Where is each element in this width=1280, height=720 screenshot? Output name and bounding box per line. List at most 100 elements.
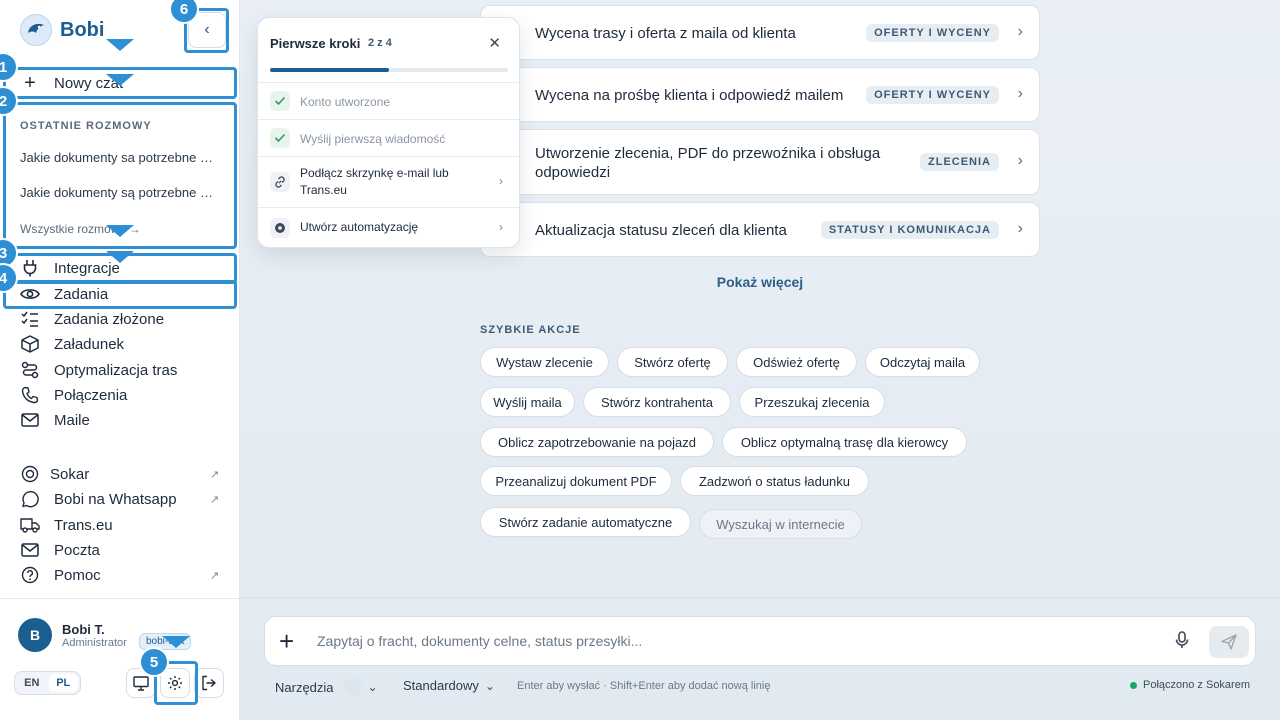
sidebar-item-label: Zadania złożone [54,310,165,328]
task-tag: OFERTY I WYCENY [866,86,999,104]
step-label: Wyślij pierwszą wiadomość [300,132,446,146]
whatsapp-icon [20,489,40,509]
show-more-link[interactable]: Pokaż więcej [480,274,1040,290]
popover-progress-fill [270,68,389,72]
quick-action-chip[interactable]: Przeanalizuj dokument PDF [480,466,672,496]
task-title: Wycena na prośbę klienta i odpowiedź mai… [535,87,844,104]
quick-action-chip[interactable]: Odśwież ofertę [736,347,857,377]
sidebar-item-mails[interactable]: Maile [20,408,90,432]
chevron-down-icon: ⌄ [367,680,378,694]
tools-indicator [343,678,362,696]
task-card[interactable]: Wycena trasy i oferta z maila od klienta… [480,5,1040,60]
task-tag: ZLECENIA [920,153,999,171]
popover-step-count: 2 z 4 [368,37,392,49]
sidebar-link-whatsapp[interactable]: Bobi na Whatsapp ↗ [20,487,219,511]
sidebar-item-route-optimization[interactable]: Optymalizacja tras [20,358,177,382]
quick-action-chip[interactable]: Wyślij maila [480,387,575,417]
quick-action-chip[interactable]: Odczytaj maila [865,347,980,377]
mail-icon [20,540,40,560]
external-link-icon: ↗ [210,569,220,582]
sidebar-item-complex-tasks[interactable]: Zadania złożone [20,307,164,331]
user-profile[interactable]: B Bobi T. Administrator [18,618,127,652]
mode-label: Standardowy [403,678,479,693]
sokar-icon [20,464,40,484]
sidebar-link-trans-eu[interactable]: Trans.eu [20,513,113,537]
tour-pointer-icon [106,251,134,263]
chevron-right-icon: › [499,174,503,188]
language-pl[interactable]: PL [48,674,78,692]
step-label: Konto utworzone [300,95,391,109]
onboarding-step[interactable]: Utwórz automatyzację › [258,207,519,247]
tour-step-badge[interactable]: 5 [139,647,169,677]
onboarding-step[interactable]: Podłącz skrzynkę e-mail lub Trans.eu › [258,156,519,207]
close-icon[interactable]: ✕ [488,34,501,52]
sidebar-link-label: Pomoc [54,566,101,584]
tour-pointer-icon [162,636,190,648]
brand: Bobi [20,14,104,46]
quick-action-chip[interactable]: Przeszukaj zlecenia [739,387,885,417]
sidebar-item-loading[interactable]: Załadunek [20,332,124,356]
link-icon [270,172,290,192]
quick-action-chip[interactable]: Oblicz optymalną trasę dla kierowcy [722,427,967,457]
mode-dropdown[interactable]: Standardowy ⌄ [403,678,495,693]
sidebar-item-label: Optymalizacja tras [54,361,178,379]
quick-action-chip[interactable]: Stwórz zadanie automatyczne [480,507,691,537]
quick-action-chip[interactable]: Zadzwoń o status ładunku [680,466,869,496]
tour-pointer-icon [106,39,134,51]
sidebar-item-label: Połączenia [54,386,128,404]
sidebar-link-label: Sokar [50,465,90,483]
task-title: Utworzenie zlecenia, PDF do przewoźnika … [535,145,881,181]
app-name: Bobi [60,18,105,41]
avatar: B [18,618,52,652]
chat-input[interactable] [317,629,1147,653]
route-icon [20,360,40,380]
tour-pointer-icon [106,74,134,86]
sidebar-link-label: Poczta [54,541,100,559]
quick-action-chip[interactable]: Wystaw zlecenie [480,347,609,377]
logout-button[interactable] [194,668,224,698]
user-role: Administrator [62,636,127,649]
mail-icon [20,410,40,430]
sidebar-link-label: Bobi na Whatsapp [54,490,177,508]
composer-divider [240,597,1280,598]
chat-composer: + [264,616,1256,666]
sidebar-link-help[interactable]: Pomoc ↗ [20,563,219,587]
external-link-icon: ↗ [210,468,220,481]
plus-icon[interactable]: + [279,628,294,654]
tools-label: Narzędzia [275,679,334,695]
step-label: Podłącz skrzynkę e-mail lub Trans.eu [300,166,449,197]
send-icon [1221,634,1237,650]
monitor-icon [133,675,149,691]
chevron-right-icon: › [1017,85,1023,102]
onboarding-step: Konto utworzone [258,82,519,119]
sidebar-link-sokar[interactable]: Sokar ↗ [20,462,219,486]
task-card[interactable]: Wycena na prośbę klienta i odpowiedź mai… [480,67,1040,122]
sidebar-item-label: Maile [54,411,90,429]
microphone-icon[interactable] [1175,631,1189,654]
sidebar-item-calls[interactable]: Połączenia [20,383,127,407]
chevron-down-icon: ⌄ [484,678,495,693]
language-en[interactable]: EN [17,674,47,692]
tour-pointer-icon [106,225,134,237]
task-title: Aktualizacja statusu zleceń dla klienta [535,222,787,239]
quick-action-chip[interactable]: Stwórz ofertę [617,347,728,377]
sidebar-divider [0,446,239,447]
quick-action-chip[interactable]: Stwórz kontrahenta [583,387,731,417]
status-dot-icon [1130,681,1137,689]
send-button[interactable] [1209,626,1249,658]
external-link-icon: ↗ [210,493,220,506]
task-tag: STATUSY I KOMUNIKACJA [820,221,999,239]
sidebar-link-label: Trans.eu [54,516,113,534]
sidebar-link-mail[interactable]: Poczta [20,538,100,562]
sidebar-item-label: Załadunek [54,335,125,353]
quick-action-chip[interactable]: Wyszukaj w internecie [699,509,862,539]
quick-action-chip[interactable]: Oblicz zapotrzebowanie na pojazd [480,427,714,457]
checklist-icon [20,309,40,329]
quick-actions-label: SZYBKIE AKCJE [480,324,581,336]
connection-status: Połączono z Sokarem [1130,679,1250,691]
task-card[interactable]: Utworzenie zlecenia, PDF do przewoźnika … [480,129,1040,195]
box-icon [20,334,40,354]
task-card[interactable]: Aktualizacja statusu zleceń dla klienta … [480,202,1040,257]
truck-icon [20,515,40,535]
tools-dropdown[interactable]: Narzędzia ⌄ [275,678,378,696]
